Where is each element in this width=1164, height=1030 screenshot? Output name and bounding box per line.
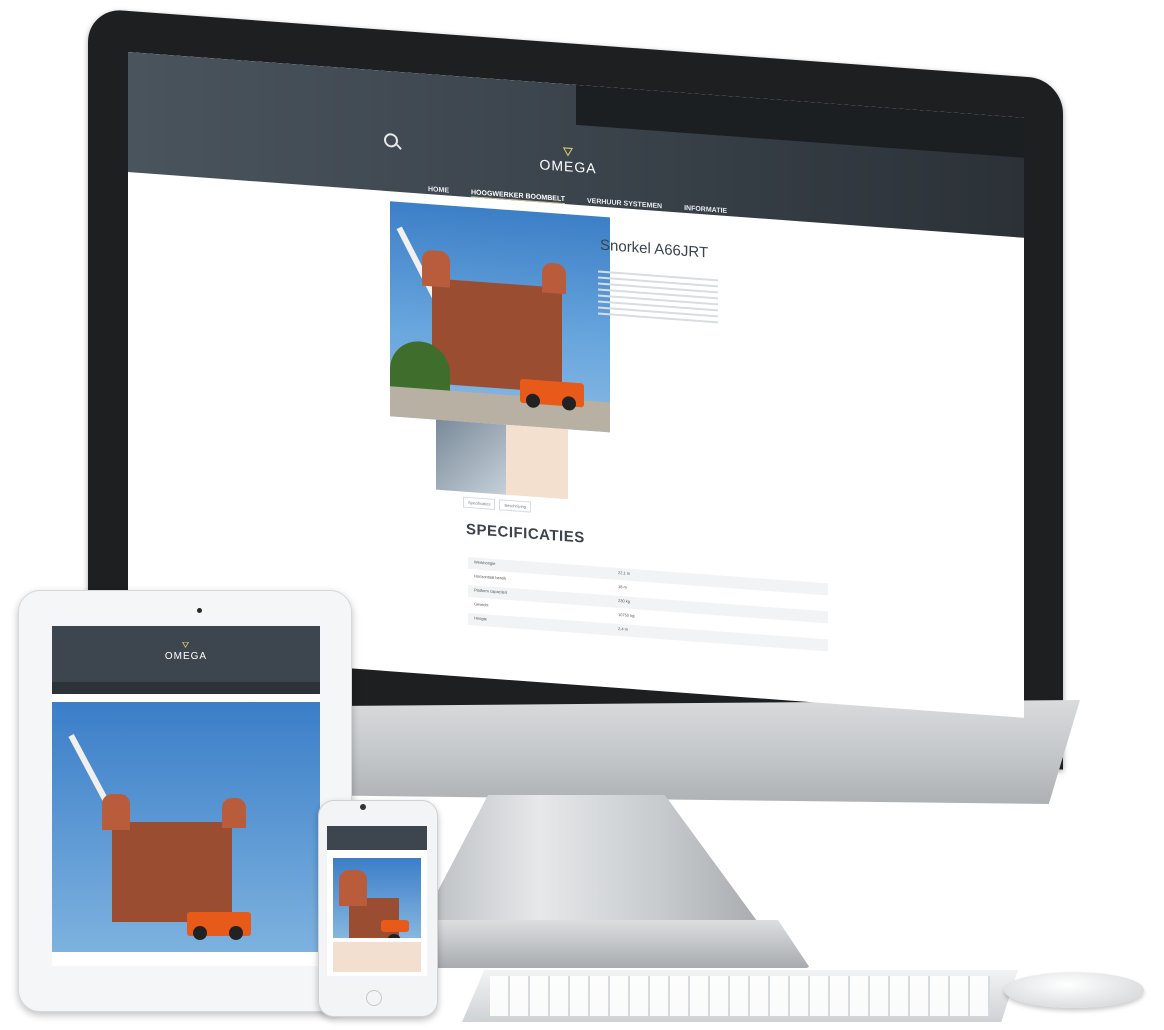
search-icon[interactable]	[384, 132, 398, 148]
spec-key: Hoogte	[474, 615, 487, 622]
nav-item-verhuur[interactable]: VERHUUR SYSTEMEN	[587, 198, 662, 212]
ipad-product-image[interactable]	[52, 702, 320, 952]
iphone-thumbnail[interactable]	[333, 942, 421, 972]
iphone-home-button	[366, 990, 382, 1006]
spec-key: Gewicht	[474, 601, 489, 608]
spec-key: Werkhoogte	[474, 559, 496, 566]
spec-key: Horizontaal bereik	[474, 573, 507, 581]
spec-key: Platform capaciteit	[474, 587, 507, 595]
imac-foot	[410, 920, 810, 968]
nav-item-informatie[interactable]: INFORMATIE	[684, 205, 727, 216]
church-building	[102, 794, 246, 922]
logo-mark: ⛛	[181, 640, 191, 650]
nav-item-home[interactable]: HOME	[428, 186, 449, 196]
iphone-product-image[interactable]	[333, 858, 421, 938]
church-building	[432, 278, 562, 393]
lift-base	[520, 378, 584, 408]
product-main-image[interactable]	[390, 201, 610, 433]
keyboard-keys	[490, 976, 990, 1016]
ipad-logo[interactable]: ⛛ OMEGA	[52, 640, 320, 662]
imac-stand	[420, 795, 760, 925]
product-summary	[598, 267, 718, 328]
spec-value: 230 kg	[618, 597, 631, 604]
site-logo[interactable]: ⛛ OMEGA	[528, 143, 608, 177]
lift-base	[381, 920, 409, 938]
tab-beschrijving[interactable]: Beschrijving	[499, 499, 532, 513]
spec-value: 18 m	[618, 583, 627, 590]
spec-value: 2,4 m	[618, 625, 629, 632]
church-building	[339, 870, 399, 938]
nav-item-hoogwerker[interactable]: HOOGWERKER BOOMBELT	[471, 189, 565, 205]
spec-heading: SPECIFICATIES	[466, 520, 585, 547]
product-thumbnail-1[interactable]	[436, 419, 506, 495]
logo-text: OMEGA	[164, 651, 208, 662]
spec-value: 22,1 m	[618, 569, 631, 576]
product-thumbnail-2[interactable]	[506, 424, 568, 500]
lift-base	[187, 912, 251, 940]
mouse	[1004, 972, 1144, 1008]
product-tabs: Specificaties Beschrijving	[463, 496, 532, 513]
ipad-screen: ⛛ OMEGA	[52, 626, 320, 966]
ipad-menu-bar[interactable]	[52, 682, 320, 694]
ipad-header: ⛛ OMEGA	[52, 626, 320, 682]
iphone-screen	[327, 826, 427, 976]
product-title: Snorkel A66JRT	[600, 236, 709, 262]
tab-specificaties[interactable]: Specificaties	[463, 496, 496, 510]
ipad-camera	[197, 608, 202, 613]
iphone-speaker	[360, 804, 366, 810]
iphone-header	[327, 826, 427, 850]
imac-chin	[300, 700, 1080, 804]
spec-value: 10755 kg	[618, 611, 635, 619]
